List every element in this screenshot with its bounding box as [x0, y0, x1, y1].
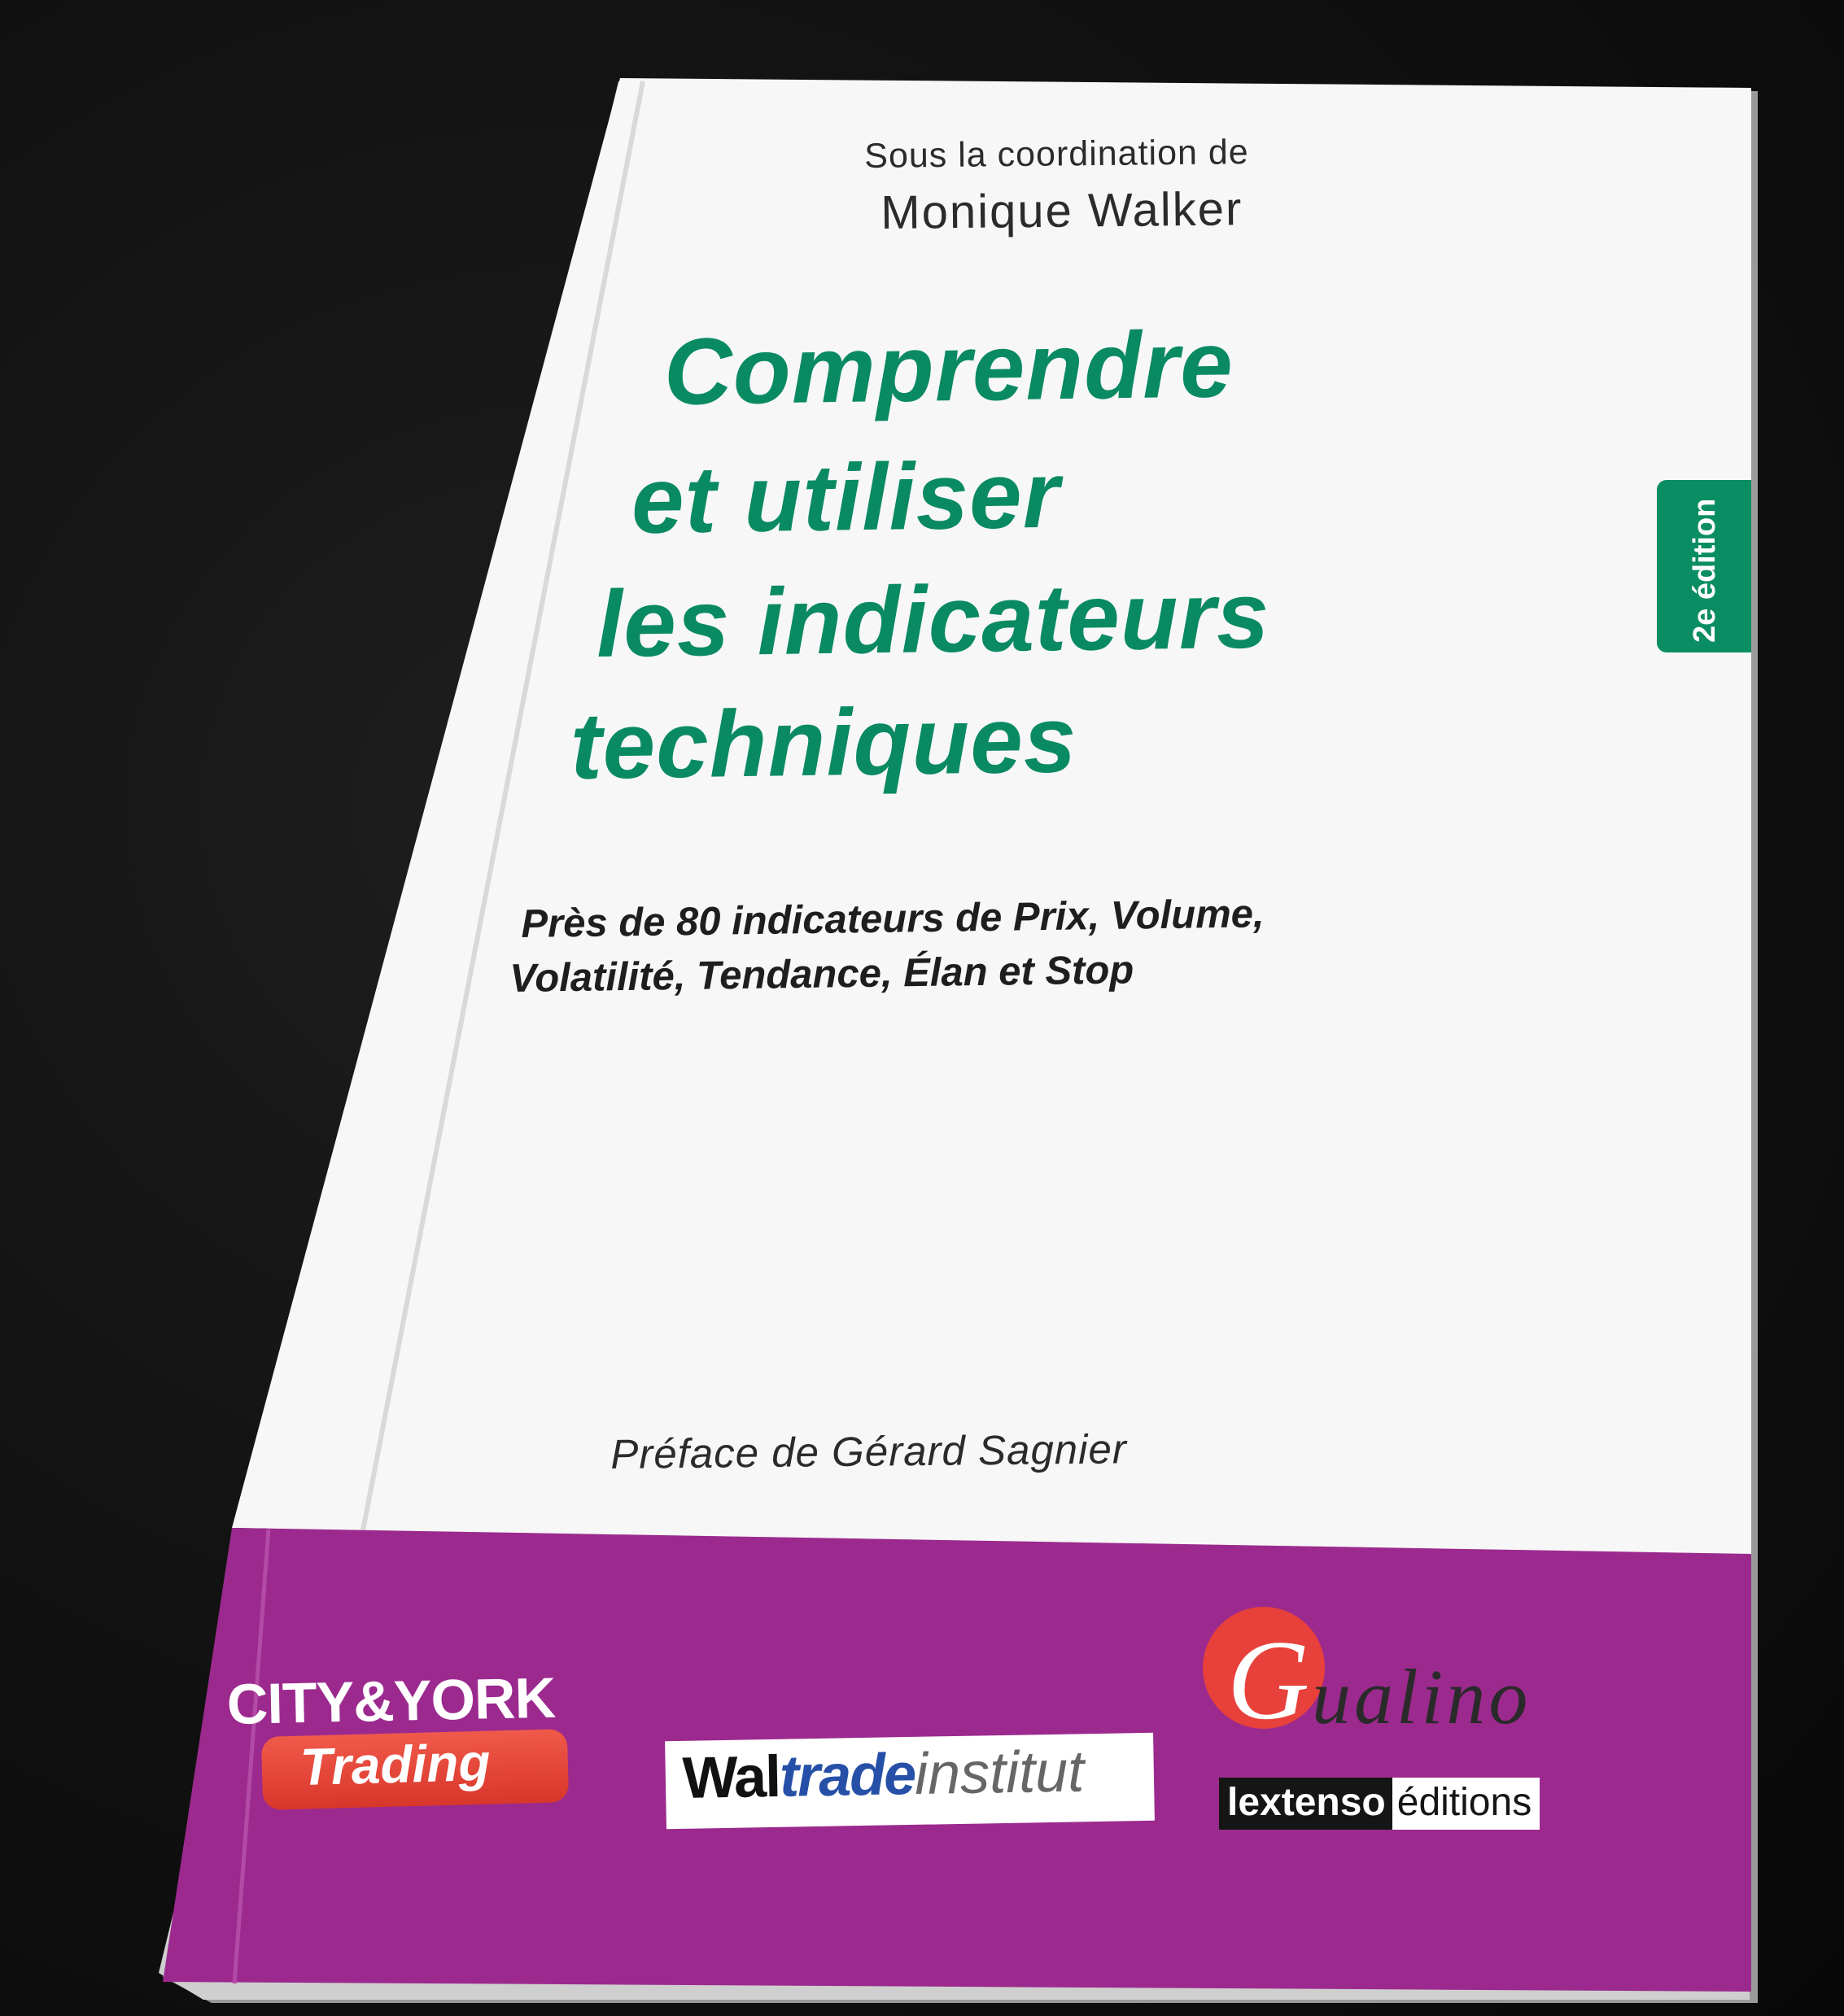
lextenso-right: éditions [1392, 1778, 1540, 1830]
gualino-initial: G [1227, 1617, 1310, 1743]
title-line-4: techniques [570, 686, 1078, 799]
waltrade-prefix: Wal [682, 1743, 780, 1811]
photo-scene: 2e édition Sous la coordination de Moniq… [0, 0, 1844, 2016]
coordination-line: Sous la coordination de [864, 133, 1249, 176]
lextenso-logo: lextenso éditions [1219, 1778, 1540, 1830]
title-line-3: les indicateurs [596, 561, 1271, 677]
waltrade-suffix: institut [914, 1739, 1085, 1808]
edition-badge-text: 2e édition [1688, 498, 1722, 643]
waltrade-mid: trade [779, 1742, 915, 1809]
gualino-wordmark: ualino [1312, 1653, 1532, 1740]
lextenso-left: lextenso [1219, 1778, 1392, 1830]
waltrade-logo: Waltradeinstitut [682, 1738, 1085, 1812]
author-name: Monique Walker [880, 182, 1243, 239]
city-york-logo-text: CITY&YORK [226, 1665, 556, 1736]
preface-line: Préface de Gérard Sagnier [610, 1425, 1128, 1477]
city-york-trading-text: Trading [299, 1732, 492, 1796]
title-line-2: et utiliser [631, 441, 1061, 553]
subtitle-line-2: Volatilité, Tendance, Élan et Stop [509, 948, 1134, 1001]
cover-white-area [232, 78, 1751, 1554]
title-line-1: Comprendre [663, 311, 1234, 425]
